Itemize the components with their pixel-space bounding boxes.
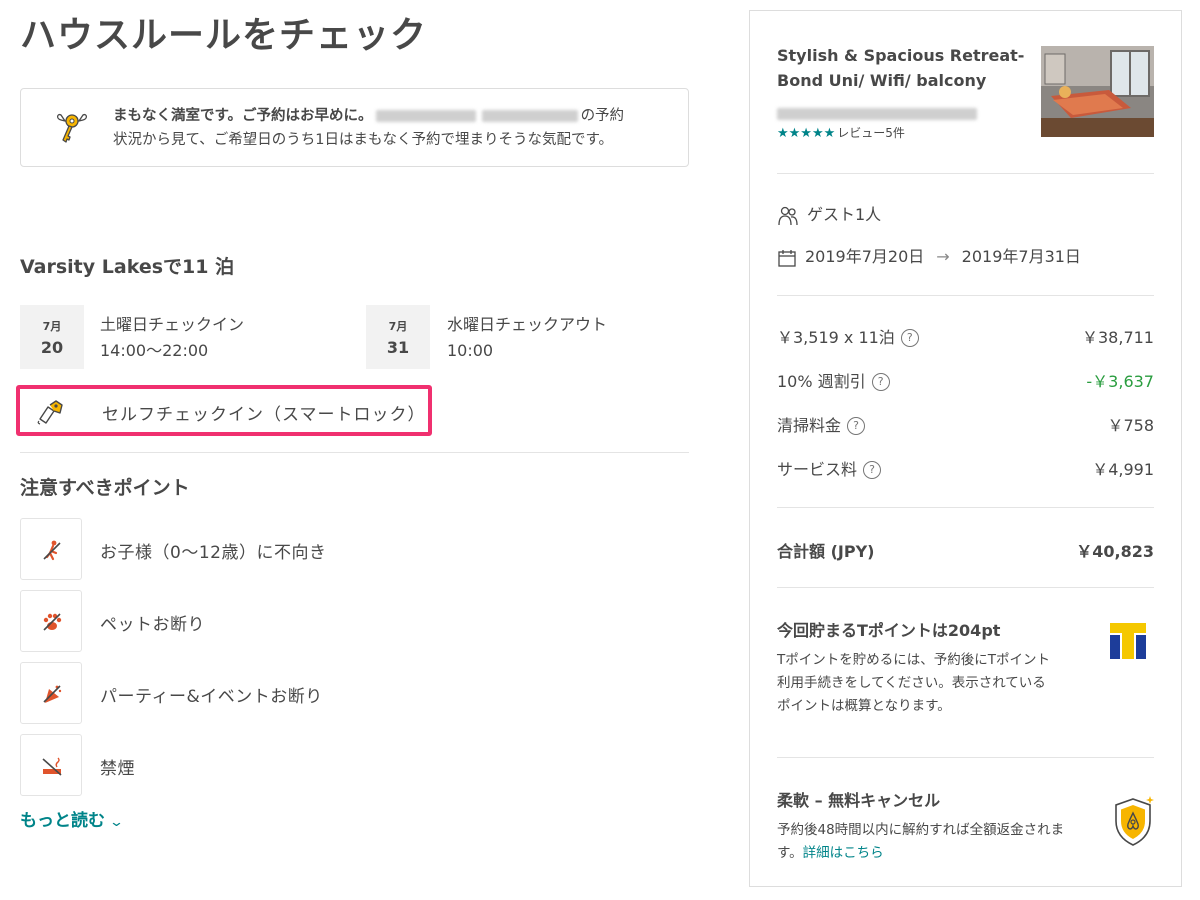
- rating-stars: ★★★★★ レビュー5件: [777, 124, 905, 141]
- checkout-label: 水曜日チェックアウト: [447, 315, 608, 334]
- cleaning-label-wrap: 清掃料金?: [777, 412, 866, 436]
- checkin-month: 7月: [42, 320, 62, 333]
- help-icon[interactable]: ?: [863, 461, 882, 479]
- service-value: ￥4,991: [1092, 460, 1154, 479]
- date-arrow: →: [936, 247, 950, 266]
- panel-divider: [777, 295, 1154, 296]
- read-more-link[interactable]: もっと読む ⌄: [20, 806, 125, 831]
- listing-thumbnail: [1041, 46, 1154, 137]
- no-smoking-icon: [42, 757, 62, 776]
- cancel-body: 予約後48時間以内に解約すれば全額返金されます。詳細はこちら: [777, 819, 1067, 865]
- tpoint-body: Tポイントを貯めるには、予約後にTポイント利用手続きをしてください。表示されてい…: [777, 652, 1050, 714]
- date-from: 2019年7月20日: [805, 247, 925, 266]
- rule-icon-box: [20, 734, 82, 796]
- date-to: 2019年7月31日: [961, 247, 1081, 266]
- calendar-icon: [778, 249, 796, 267]
- discount-label: 10% 週割引: [777, 372, 866, 391]
- self-checkin-label: セルフチェックイン（スマートロック）: [102, 405, 426, 425]
- smart-lock-icon: [37, 400, 63, 425]
- guests-row: ゲスト1人: [777, 201, 881, 226]
- star-rating: ★★★★★: [777, 126, 836, 141]
- availability-notice: まもなく満室です。ご予約はお早めに。 の予約 状況から見て、ご希望日のうち1日はま…: [20, 88, 689, 167]
- cleaning-label: 清掃料金: [777, 416, 842, 435]
- nightly-price-label: ￥3,519 x 11泊: [777, 328, 895, 347]
- total-label: 合計額 (JPY): [777, 542, 875, 561]
- guests-label: ゲスト1人: [807, 205, 882, 224]
- guests-icon: [778, 206, 798, 225]
- discount-value: -￥3,637: [1086, 372, 1154, 391]
- no-children-icon: [43, 540, 61, 561]
- cancel-title: 柔軟 – 無料キャンセル: [777, 791, 941, 810]
- checkin-time: 14:00〜22:00: [100, 341, 209, 360]
- bedroom-photo: [1041, 46, 1154, 137]
- stay-heading: Varsity Lakesで11 泊: [20, 256, 235, 278]
- blurred-host-name-2: [481, 110, 578, 122]
- blurred-host-name: [375, 110, 476, 122]
- page-title: ハウスルールをチェック: [20, 15, 428, 56]
- rule-icon-box: [20, 662, 82, 724]
- service-label-wrap: サービス料?: [777, 456, 882, 480]
- panel-divider: [777, 507, 1154, 508]
- self-checkin-highlight: セルフチェックイン（スマートロック）: [16, 385, 432, 436]
- shield-icon: [1115, 796, 1154, 846]
- listing-title: Stylish & Spacious Retreat- Bond Uni/ Wi…: [777, 46, 1025, 90]
- checkin-date-box: 7月 20: [20, 305, 84, 369]
- checkin-day: 20: [40, 338, 64, 357]
- notice-bold-text: まもなく満室です。ご予約はお早めに。: [113, 108, 373, 124]
- checkin-label: 土曜日チェックイン: [100, 315, 245, 334]
- rule-icon-box: [20, 518, 82, 580]
- rule-icon-box: [20, 590, 82, 652]
- checkout-info: 水曜日チェックアウト 10:00: [447, 312, 607, 364]
- rule-label: パーティー&イベントお断り: [100, 687, 323, 707]
- date-range-row: 2019年7月20日 → 2019年7月31日: [777, 243, 1081, 268]
- help-icon[interactable]: ?: [900, 329, 919, 347]
- checkout-month: 7月: [388, 320, 408, 333]
- no-pets-icon: [43, 613, 62, 631]
- nightly-price-value: ￥38,711: [1082, 328, 1154, 347]
- section-divider: [20, 452, 689, 453]
- notice-second-line: 状況から見て、ご希望日のうち1日はまもなく予約で埋まりそうな気配です。: [113, 132, 614, 148]
- discount-label-wrap: 10% 週割引?: [777, 368, 890, 392]
- panel-divider: [777, 173, 1154, 174]
- review-count: レビュー5件: [837, 126, 905, 140]
- notice-text: まもなく満室です。ご予約はお早めに。 の予約 状況から見て、ご希望日のうち1日はま…: [113, 104, 673, 152]
- panel-divider: [777, 757, 1154, 758]
- help-icon[interactable]: ?: [847, 417, 866, 435]
- total-value: ￥40,823: [1076, 542, 1154, 561]
- tpoint-title: 今回貯まるTポイントは204pt: [777, 621, 1001, 640]
- read-more-label: もっと読む: [20, 811, 105, 831]
- booking-summary-panel: Stylish & Spacious Retreat- Bond Uni/ Wi…: [749, 10, 1182, 887]
- checkout-date-box: 7月 31: [366, 305, 430, 369]
- chevron-down-icon: ⌄: [108, 815, 125, 830]
- rule-label: 禁煙: [100, 759, 135, 779]
- rule-label: ペットお断り: [100, 615, 205, 635]
- rule-label: お子様（0〜12歳）に不向き: [100, 543, 327, 563]
- t-point-logo: [1110, 623, 1146, 659]
- checkout-day: 31: [386, 338, 410, 357]
- checkin-info: 土曜日チェックイン 14:00〜22:00: [100, 312, 244, 364]
- nightly-price-label-wrap: ￥3,519 x 11泊?: [777, 324, 919, 348]
- cancel-details-link[interactable]: 詳細はこちら: [803, 845, 884, 861]
- points-heading: 注意すべきポイント: [20, 477, 190, 499]
- help-icon[interactable]: ?: [871, 373, 890, 391]
- service-label: サービス料: [777, 460, 858, 479]
- cleaning-value: ￥758: [1107, 416, 1154, 435]
- key-with-wings-icon: [56, 113, 88, 143]
- panel-divider: [777, 587, 1154, 588]
- blurred-listing-subtitle: [777, 103, 982, 120]
- notice-text-tail: の予約: [580, 108, 625, 124]
- checkout-time: 10:00: [447, 341, 494, 360]
- no-parties-icon: [43, 685, 62, 703]
